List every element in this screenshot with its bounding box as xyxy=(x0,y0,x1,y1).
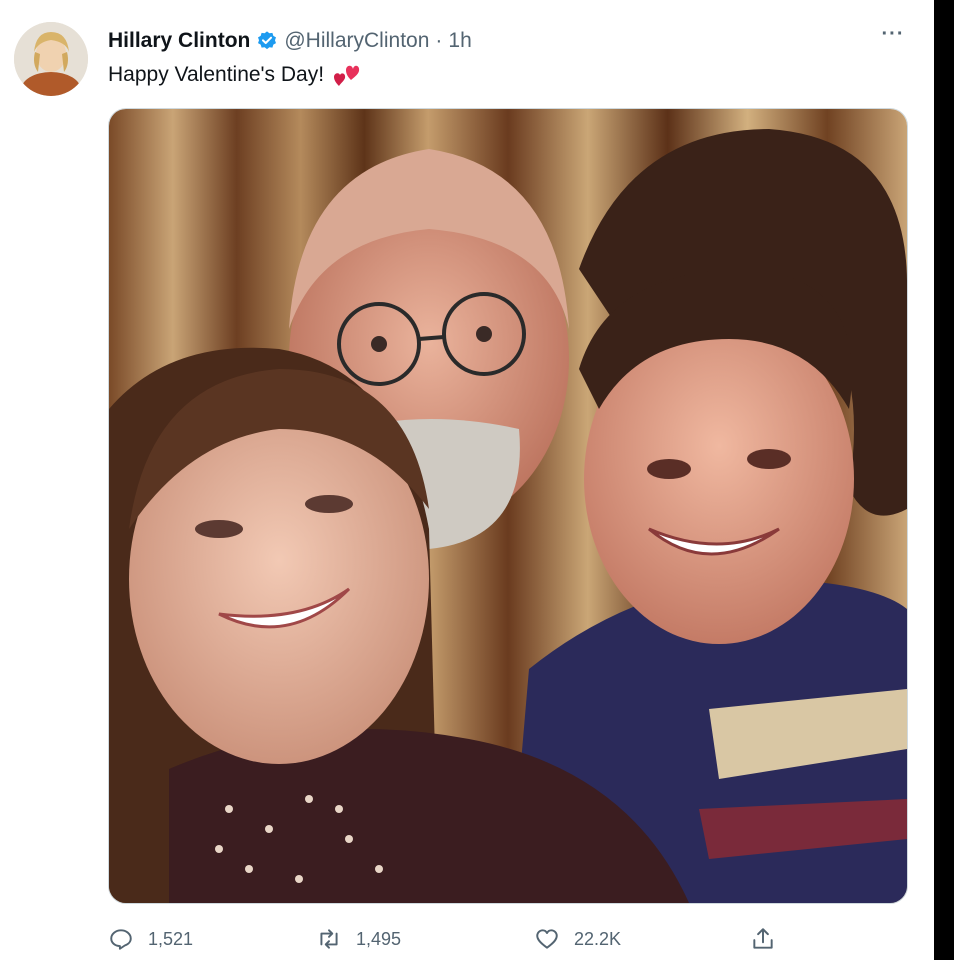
tweet-timestamp[interactable]: 1h xyxy=(448,29,471,53)
tweet-actions-bar: 1,521 1,495 22.2K xyxy=(0,918,934,958)
tweet-media-photo[interactable] xyxy=(108,108,908,904)
avatar[interactable] xyxy=(14,22,88,96)
window-edge xyxy=(934,0,954,960)
header-separator: · xyxy=(435,29,443,52)
share-button[interactable] xyxy=(750,926,776,952)
like-count: 22.2K xyxy=(574,928,622,949)
more-options-icon[interactable]: ··· xyxy=(876,24,910,48)
photo-image xyxy=(109,109,907,903)
like-icon xyxy=(536,929,558,949)
author-handle[interactable]: @HillaryClinton xyxy=(284,29,429,53)
retweet-icon xyxy=(320,929,338,949)
tweet-text-row: Happy Valentine's Day! xyxy=(108,60,362,90)
two-hearts-emoji-icon xyxy=(332,62,362,88)
like-button[interactable]: 22.2K xyxy=(534,926,621,952)
share-icon xyxy=(753,928,773,949)
reply-icon xyxy=(110,929,132,950)
retweet-count: 1,495 xyxy=(356,928,402,949)
retweet-button[interactable]: 1,495 xyxy=(316,926,401,952)
tweet-header: Hillary Clinton @HillaryClinton · 1h xyxy=(108,26,472,56)
avatar-image xyxy=(14,22,88,96)
reply-button[interactable]: 1,521 xyxy=(108,926,193,952)
tweet-card[interactable]: Hillary Clinton @HillaryClinton · 1h ···… xyxy=(0,0,934,960)
author-name[interactable]: Hillary Clinton xyxy=(108,29,250,53)
verified-badge-icon xyxy=(256,30,278,52)
tweet-text: Happy Valentine's Day! xyxy=(108,63,325,86)
reply-count: 1,521 xyxy=(148,928,194,949)
